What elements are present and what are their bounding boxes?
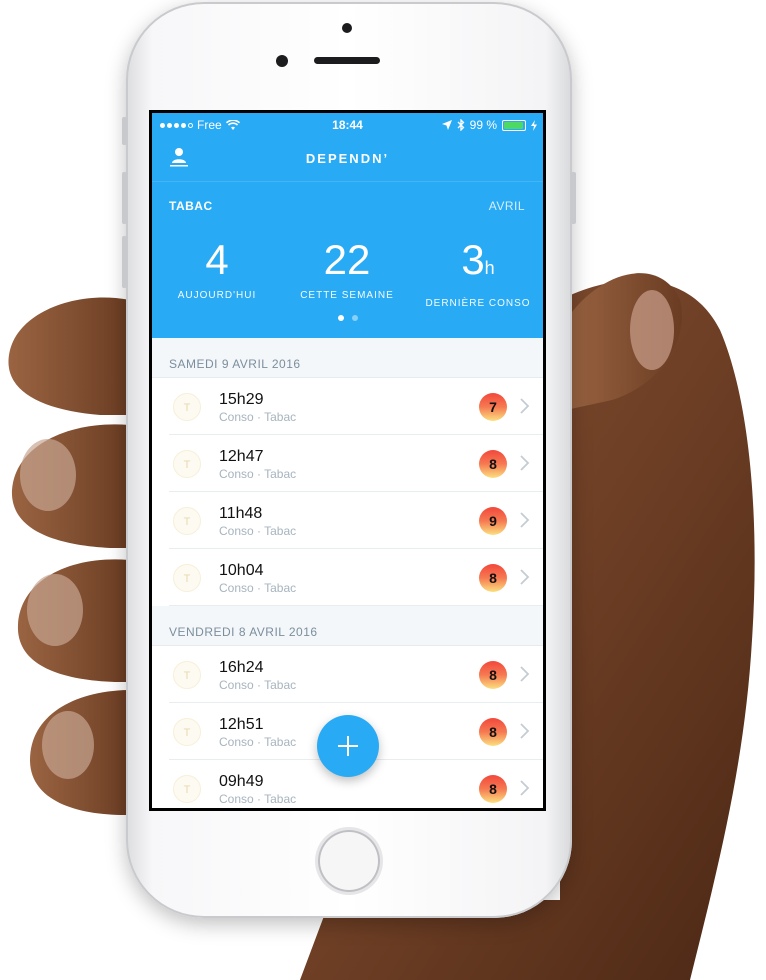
battery-icon [502,119,526,131]
entry-time: 12h47 [219,448,264,465]
stat-last-value: 3 [461,236,485,283]
chevron-right-icon [520,780,530,796]
battery-percent: 99 % [469,118,497,132]
stat-today-label: AUJOURD'HUI [177,290,257,301]
proximity-sensor [342,23,352,33]
entry-time: 15h29 [219,391,264,408]
navigation-bar: DEPENDN’ [152,137,543,181]
home-button[interactable] [318,830,380,892]
mute-switch [122,117,127,145]
chevron-right-icon [520,512,530,528]
entry-subtitle: Conso · Tabac [219,467,297,481]
stat-week-value: 22 [323,236,371,283]
entry-row[interactable]: T 11h48 Conso · Tabac 9 [169,492,543,549]
entry-subtitle: Conso · Tabac [219,792,297,806]
entry-subtitle: Conso · Tabac [219,524,297,538]
entry-row[interactable]: T 16h24 Conso · Tabac 8 [169,646,543,703]
plus-icon [338,736,358,756]
page-indicator[interactable] [152,315,543,321]
category-label: TABAC [169,199,213,213]
stat-today-value: 4 [205,236,229,283]
entry-time: 10h04 [219,562,264,579]
charging-icon [531,119,537,131]
stat-value-wrap: 4 [152,238,282,282]
entry-avatar: T [173,507,201,535]
chevron-right-icon [520,398,530,414]
page-dot-active[interactable] [337,315,344,321]
app-view: Free 18:44 99 % DEPENDN’ TABAC AVRIL 4 A… [152,113,543,808]
stat-value-wrap: 3h [413,238,543,290]
phone-screen: Free 18:44 99 % DEPENDN’ TABAC AVRIL 4 A… [149,110,546,811]
page-dot[interactable] [351,315,358,321]
chevron-right-icon [520,723,530,739]
entry-subtitle: Conso · Tabac [219,410,297,424]
entry-avatar: T [173,450,201,478]
stat-last: 3h DERNIÈRE CONSO [413,238,543,310]
power-button [571,172,576,224]
chevron-right-icon [520,569,530,585]
status-right: 99 % [441,118,537,132]
craving-score-badge: 8 [479,450,507,478]
section-header: SAMEDI 9 AVRIL 2016 [152,338,543,378]
stat-today: 4 AUJOURD'HUI [152,238,282,302]
stat-last-label: DERNIÈRE CONSO [425,298,531,309]
entry-row[interactable]: T 12h47 Conso · Tabac 8 [169,435,543,492]
entry-row[interactable]: T 10h04 Conso · Tabac 8 [169,549,543,606]
craving-score-badge: 7 [479,393,507,421]
craving-score-badge: 8 [479,661,507,689]
month-label[interactable]: AVRIL [489,199,525,213]
entry-time: 16h24 [219,659,264,676]
entry-avatar: T [173,564,201,592]
entry-subtitle: Conso · Tabac [219,581,297,595]
stat-week-label: CETTE SEMAINE [300,290,394,301]
chevron-right-icon [520,666,530,682]
entry-avatar: T [173,661,201,689]
volume-down-button [122,236,127,288]
entry-avatar: T [173,718,201,746]
entry-subtitle: Conso · Tabac [219,678,297,692]
stat-week: 22 CETTE SEMAINE [282,238,412,302]
chevron-right-icon [520,455,530,471]
volume-up-button [122,172,127,224]
craving-score-badge: 8 [479,564,507,592]
entry-subtitle: Conso · Tabac [219,735,297,749]
entry-avatar: T [173,393,201,421]
entry-time: 12h51 [219,716,264,733]
app-title: DEPENDN’ [305,151,390,166]
craving-score-badge: 9 [479,507,507,535]
stat-last-unit: h [484,258,495,278]
front-camera [276,55,288,67]
add-entry-button[interactable] [317,715,379,777]
section-header: VENDREDI 8 AVRIL 2016 [152,606,543,646]
location-icon [441,120,452,130]
entry-time: 09h49 [219,773,264,790]
entry-avatar: T [173,775,201,803]
earpiece-speaker [314,57,380,64]
stat-value-wrap: 22 [282,238,412,282]
craving-score-badge: 8 [479,775,507,803]
craving-score-badge: 8 [479,718,507,746]
entry-time: 11h48 [219,505,263,522]
status-bar: Free 18:44 99 % [152,113,543,137]
bluetooth-icon [457,119,465,131]
summary-panel[interactable]: TABAC AVRIL 4 AUJOURD'HUI 22 CETTE SEMAI… [152,181,543,339]
entry-row[interactable]: T 15h29 Conso · Tabac 7 [169,378,543,435]
